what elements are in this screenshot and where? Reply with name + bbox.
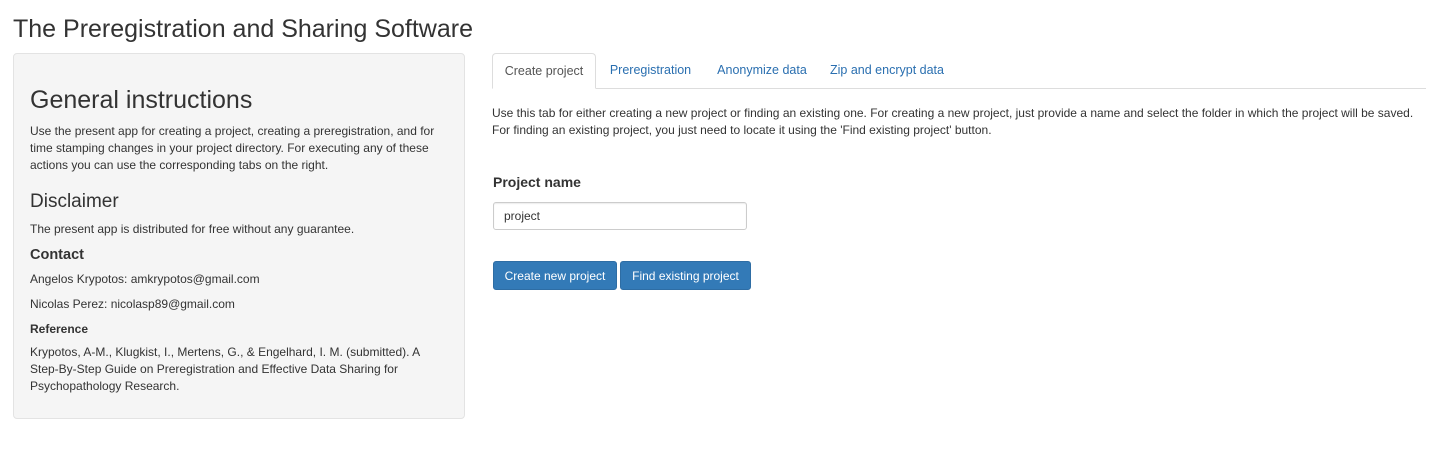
contact-item: Angelos Krypotos: amkrypotos@gmail.com — [30, 272, 260, 286]
reference-heading: Reference — [30, 322, 89, 336]
disclaimer-heading: Disclaimer — [30, 191, 119, 212]
general-instructions-heading: General instructions — [30, 86, 253, 114]
tab-anonymize-data[interactable]: Anonymize data — [706, 53, 818, 89]
project-name-label: Project name — [493, 174, 581, 190]
contact-heading: Contact — [30, 247, 84, 263]
find-existing-project-button[interactable]: Find existing project — [620, 261, 751, 290]
contact-item: Nicolas Perez: nicolasp89@gmail.com — [30, 297, 235, 311]
tab-description: Use this tab for either creating a new p… — [492, 106, 1414, 137]
project-name-input[interactable] — [493, 202, 747, 230]
tab-preregistration[interactable]: Preregistration — [599, 53, 702, 89]
sidebar-panel: General instructions Use the present app… — [13, 53, 465, 419]
tab-create-project[interactable]: Create project — [492, 53, 596, 89]
tab-zip-and-encrypt[interactable]: Zip and encrypt data — [822, 53, 952, 89]
tab-bar: Create project Preregistration Anonymize… — [492, 53, 1426, 89]
reference-text: Krypotos, A-M., Klugkist, I., Mertens, G… — [30, 345, 420, 393]
disclaimer-text: The present app is distributed for free … — [30, 222, 355, 236]
general-instructions-text: Use the present app for creating a proje… — [30, 124, 435, 172]
app-title: The Preregistration and Sharing Software — [13, 15, 473, 43]
create-new-project-button[interactable]: Create new project — [493, 261, 617, 290]
